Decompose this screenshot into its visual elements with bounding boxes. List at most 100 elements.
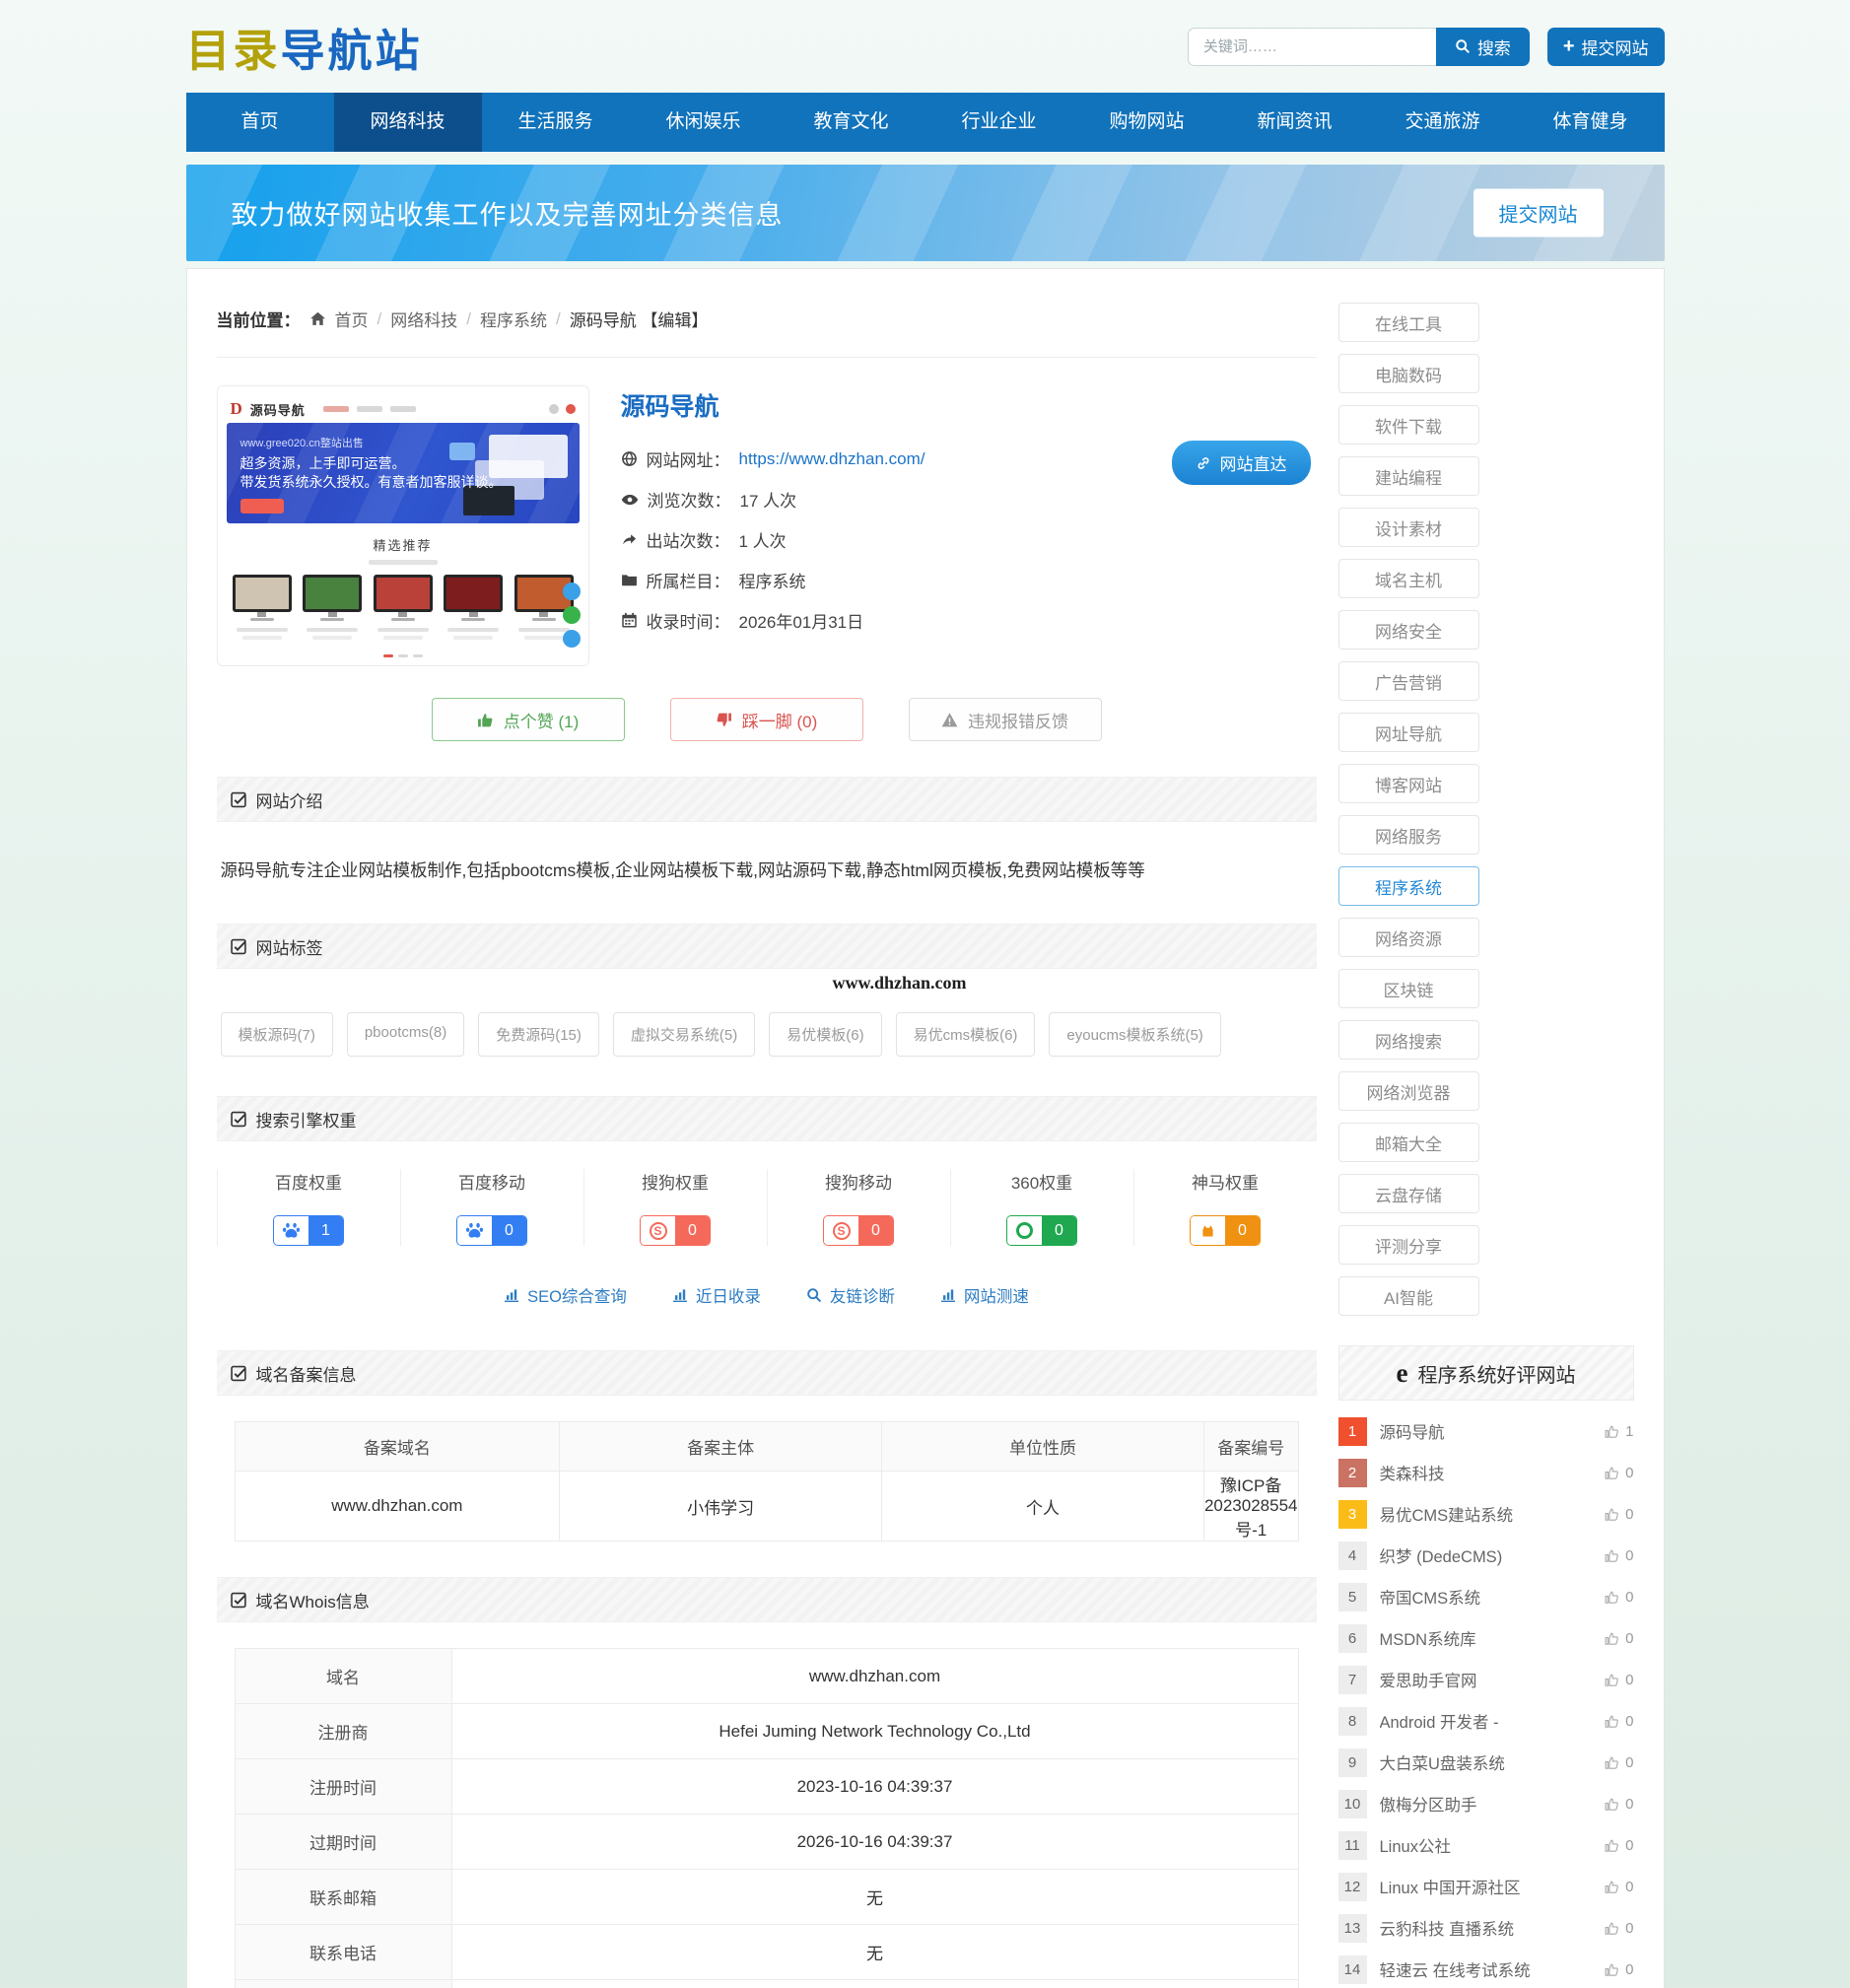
rank-site-link[interactable]: 帝国CMS系统 <box>1380 1585 1593 1609</box>
category-button[interactable]: 设计素材 <box>1338 508 1479 547</box>
nav-tab[interactable]: 生活服务 <box>482 93 630 152</box>
whois-row: 域名状态 注册商设置禁止转移(注册商设置禁止转移) <box>235 1980 1298 1988</box>
category-button[interactable]: 域名主机 <box>1338 559 1479 598</box>
seo-tool-label: 近日收录 <box>696 1283 761 1307</box>
rank-site-link[interactable]: Android 开发者 - <box>1380 1709 1593 1733</box>
category-button[interactable]: 电脑数码 <box>1338 354 1479 393</box>
rank-site-link[interactable]: 爱思助手官网 <box>1380 1668 1593 1691</box>
icp-header-cell: 备案主体 <box>560 1422 882 1472</box>
seo-tool-link[interactable]: 近日收录 <box>672 1283 761 1307</box>
tag-pill[interactable]: 易优cms模板(6) <box>896 1012 1036 1057</box>
nav-tab[interactable]: 休闲娱乐 <box>630 93 778 152</box>
banner-submit-button[interactable]: 提交网站 <box>1473 189 1604 238</box>
category-button[interactable]: 区块链 <box>1338 969 1479 1008</box>
whois-row: 注册时间 2023-10-16 04:39:37 <box>235 1759 1298 1815</box>
dislike-button[interactable]: 踩一脚 (0) <box>670 698 863 741</box>
rank-site-link[interactable]: 源码导航 <box>1380 1419 1593 1443</box>
seo-tool-link[interactable]: SEO综合查询 <box>504 1283 627 1307</box>
nav-tab[interactable]: 网络科技 <box>334 93 482 152</box>
stat-value: 2026年01月31日 <box>739 608 864 633</box>
rank-badge: 7 <box>1338 1666 1367 1694</box>
whois-label-cell: 联系电话 <box>235 1925 451 1980</box>
tag-pill[interactable]: 免费源码(15) <box>478 1012 599 1057</box>
search-box: 搜索 <box>1188 28 1530 66</box>
category-button[interactable]: 网址导航 <box>1338 713 1479 752</box>
preview-fab-icon <box>563 606 581 624</box>
banner-slogan: 致力做好网站收集工作以及完善网址分类信息 <box>232 194 784 233</box>
rank-site-link[interactable]: 大白菜U盘装系统 <box>1380 1750 1593 1774</box>
breadcrumb-link[interactable]: 首页 <box>335 307 369 331</box>
tag-pill[interactable]: 模板源码(7) <box>221 1012 333 1057</box>
nav-tab[interactable]: 新闻资讯 <box>1221 93 1369 152</box>
tag-pill[interactable]: 虚拟交易系统(5) <box>613 1012 755 1057</box>
category-button[interactable]: 云盘存储 <box>1338 1174 1479 1213</box>
like-button[interactable]: 点个赞 (1) <box>432 698 625 741</box>
category-button[interactable]: 博客网站 <box>1338 764 1479 803</box>
breadcrumb-link[interactable]: 网络科技 <box>390 307 457 331</box>
tag-pill[interactable]: eyoucms模板系统(5) <box>1049 1012 1220 1057</box>
rank-site-link[interactable]: 轻速云 在线考试系统 <box>1380 1957 1593 1981</box>
rank-site-link[interactable]: MSDN系统库 <box>1380 1626 1593 1650</box>
submit-site-button[interactable]: + 提交网站 <box>1547 28 1665 66</box>
nav-tab[interactable]: 首页 <box>186 93 334 152</box>
seo-tool-link[interactable]: 友链诊断 <box>806 1283 895 1307</box>
site-url-link[interactable]: https://www.dhzhan.com/ <box>739 449 925 469</box>
category-button[interactable]: 广告营销 <box>1338 661 1479 701</box>
baidu-paw-icon <box>282 1221 301 1240</box>
tag-pill[interactable]: pbootcms(8) <box>347 1012 464 1057</box>
rank-site-link[interactable]: Linux 中国开源社区 <box>1380 1875 1593 1898</box>
site-screenshot[interactable]: D 源码导航 www.gree020.cn整站出售 超多资源，上手即可运营。 带… <box>217 385 589 666</box>
weight-label: 神马权重 <box>1134 1169 1317 1194</box>
sidebar: 在线工具电脑数码软件下载建站编程设计素材域名主机网络安全广告营销网址导航博客网站… <box>1338 299 1634 1988</box>
report-button[interactable]: 违规报错反馈 <box>909 698 1102 741</box>
rank-site-link[interactable]: 易优CMS建站系统 <box>1380 1502 1593 1526</box>
rank-site-link[interactable]: 织梦 (DedeCMS) <box>1380 1543 1593 1567</box>
weight-badge[interactable]: S 1 <box>273 1215 344 1246</box>
icp-header-cell: 备案编号 <box>1203 1422 1298 1472</box>
category-button[interactable]: 网络安全 <box>1338 610 1479 650</box>
category-button[interactable]: AI智能 <box>1338 1276 1479 1316</box>
category-button[interactable]: 网络服务 <box>1338 815 1479 855</box>
category-button[interactable]: 网络浏览器 <box>1338 1071 1479 1111</box>
weight-value: 0 <box>675 1216 710 1245</box>
rank-badge: 11 <box>1338 1831 1367 1860</box>
weight-badge[interactable]: S 0 <box>1190 1215 1261 1246</box>
category-button[interactable]: 程序系统 <box>1338 866 1479 906</box>
top-rated-panel: e 程序系统好评网站 1 源码导航 1 2 <box>1338 1345 1634 1988</box>
category-button[interactable]: 网络资源 <box>1338 918 1479 957</box>
dislike-button-label: 踩一脚 (0) <box>742 708 818 732</box>
visit-site-button[interactable]: 网站直达 <box>1172 441 1311 485</box>
weight-badge[interactable]: S 0 <box>823 1215 894 1246</box>
rank-site-link[interactable]: 傲梅分区助手 <box>1380 1792 1593 1816</box>
tag-pill[interactable]: 易优模板(6) <box>769 1012 881 1057</box>
breadcrumb-link[interactable]: 程序系统 <box>480 307 547 331</box>
category-button[interactable]: 评测分享 <box>1338 1225 1479 1265</box>
rank-site-link[interactable]: 云豹科技 直播系统 <box>1380 1916 1593 1940</box>
category-button[interactable]: 邮箱大全 <box>1338 1123 1479 1162</box>
nav-tab[interactable]: 购物网站 <box>1073 93 1221 152</box>
weight-badge[interactable]: S 0 <box>1006 1215 1077 1246</box>
weight-badge[interactable]: S 0 <box>640 1215 711 1246</box>
category-button[interactable]: 网络搜索 <box>1338 1020 1479 1060</box>
site-info: 源码导航 网站网址： https://www.dhzhan.com/ <box>589 385 1317 666</box>
rank-badge: 6 <box>1338 1624 1367 1653</box>
nav-tab[interactable]: 体育健身 <box>1517 93 1665 152</box>
category-button[interactable]: 建站编程 <box>1338 456 1479 496</box>
weight-badge[interactable]: S 0 <box>456 1215 527 1246</box>
category-button[interactable]: 软件下载 <box>1338 405 1479 445</box>
rank-badge: 10 <box>1338 1790 1367 1818</box>
preview-header: D 源码导航 <box>227 395 580 423</box>
seo-tool-link[interactable]: 网站测速 <box>940 1283 1029 1307</box>
preview-logo-icon: D <box>231 399 242 419</box>
category-button[interactable]: 在线工具 <box>1338 303 1479 342</box>
rank-site-link[interactable]: Linux公社 <box>1380 1833 1593 1857</box>
nav-tab[interactable]: 交通旅游 <box>1369 93 1517 152</box>
nav-tab[interactable]: 教育文化 <box>778 93 925 152</box>
likes-value: 0 <box>1625 1589 1633 1606</box>
url-label: 网站网址： <box>647 446 730 471</box>
search-button[interactable]: 搜索 <box>1436 28 1530 66</box>
search-input[interactable] <box>1188 28 1436 66</box>
rank-site-link[interactable]: 类森科技 <box>1380 1461 1593 1484</box>
site-logo[interactable]: 目录导航站 <box>186 15 423 79</box>
nav-tab[interactable]: 行业企业 <box>925 93 1073 152</box>
